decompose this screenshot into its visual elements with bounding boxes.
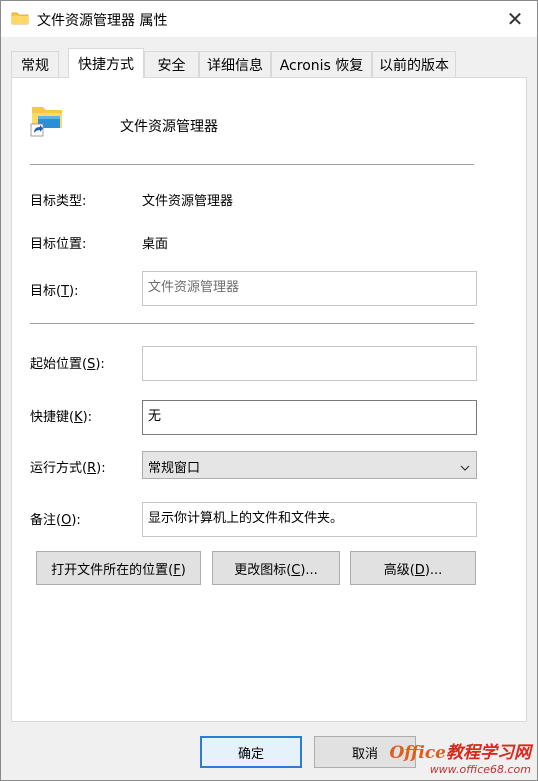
hotkey-label: 快捷键(K): <box>30 410 93 425</box>
watermark: Office教程学习网 www.office68.com <box>389 743 532 776</box>
target-type-label: 目标类型: <box>30 194 87 209</box>
title-bar[interactable]: 文件资源管理器 属性 ✕ <box>1 1 537 37</box>
close-icon: ✕ <box>506 7 524 31</box>
tab-details[interactable]: 详细信息 <box>199 51 271 77</box>
properties-window: 文件资源管理器 属性 ✕ 常规 快捷方式 安全 详细信息 Acronis 恢复 … <box>0 0 538 781</box>
run-mode-select[interactable]: 常规窗口 <box>142 451 477 479</box>
target-location-label: 目标位置: <box>30 237 87 252</box>
comment-field[interactable]: 显示你计算机上的文件和文件夹。 <box>142 502 477 537</box>
hotkey-field[interactable]: 无 <box>142 400 477 435</box>
file-explorer-shortcut-icon <box>30 101 66 137</box>
folder-icon <box>11 10 29 26</box>
tab-shortcut[interactable]: 快捷方式 <box>68 48 144 78</box>
close-button[interactable]: ✕ <box>493 1 537 37</box>
shortcut-tab-panel: 文件资源管理器 目标类型: 文件资源管理器 目标位置: 桌面 目标(T): 文件… <box>11 77 527 722</box>
run-label: 运行方式(R): <box>30 461 106 476</box>
advanced-button[interactable]: 高级(D)... <box>350 551 476 585</box>
comment-label: 备注(O): <box>30 513 81 528</box>
tab-previous-versions[interactable]: 以前的版本 <box>372 51 456 77</box>
change-icon-button[interactable]: 更改图标(C)... <box>212 551 340 585</box>
ok-button[interactable]: 确定 <box>200 736 302 768</box>
start-in-field[interactable] <box>142 346 477 381</box>
open-file-location-button[interactable]: 打开文件所在的位置(F) <box>36 551 201 585</box>
target-field[interactable]: 文件资源管理器 <box>142 271 477 306</box>
tab-security[interactable]: 安全 <box>144 51 199 77</box>
chevron-down-icon <box>460 461 470 471</box>
divider <box>30 164 474 165</box>
target-location-value: 桌面 <box>142 237 169 252</box>
divider <box>30 323 474 324</box>
window-title: 文件资源管理器 属性 <box>37 13 168 29</box>
tab-acronis-recovery[interactable]: Acronis 恢复 <box>271 51 372 77</box>
target-type-value: 文件资源管理器 <box>142 194 234 209</box>
tab-general[interactable]: 常规 <box>11 51 59 77</box>
target-label: 目标(T): <box>30 284 79 299</box>
shortcut-name: 文件资源管理器 <box>120 119 218 135</box>
start-in-label: 起始位置(S): <box>30 357 105 372</box>
